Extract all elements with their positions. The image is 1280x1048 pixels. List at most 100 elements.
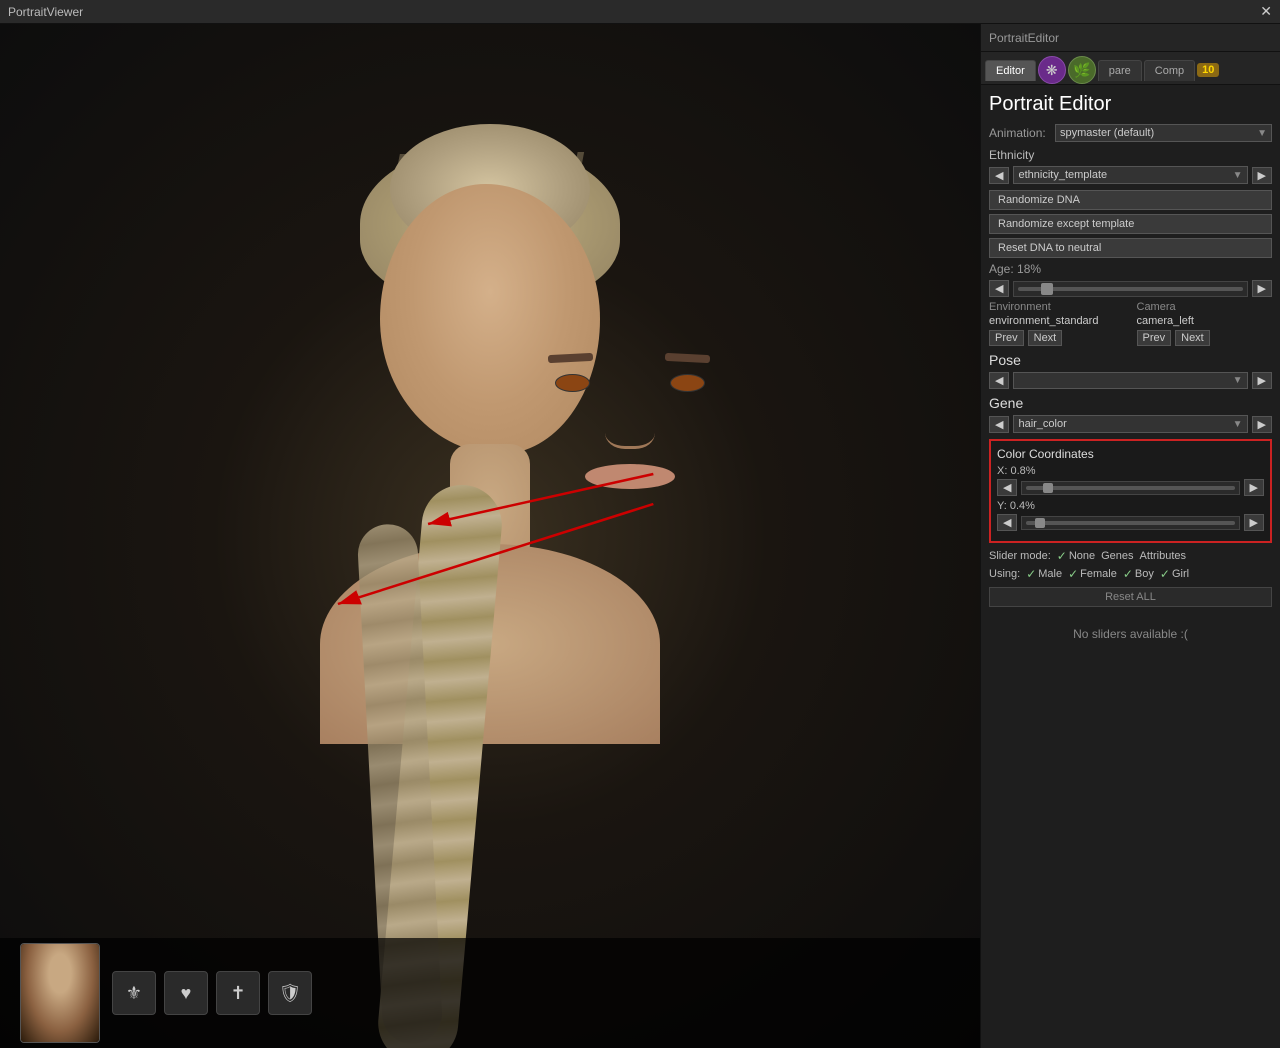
color-coordinates-box: Color Coordinates X: 0.8% ◀ ▶ — [989, 439, 1272, 543]
close-button[interactable]: ✕ — [1260, 3, 1272, 20]
gold-badge: 10 — [1197, 63, 1219, 77]
ethnicity-next-btn[interactable]: ▶ — [1252, 167, 1272, 184]
char-eyebrow-right — [665, 353, 710, 363]
environment-value: environment_standard — [989, 315, 1125, 327]
tab-icon-leaf[interactable]: 🌿 — [1068, 56, 1096, 84]
pose-next-btn[interactable]: ▶ — [1252, 372, 1272, 389]
age-next-btn[interactable]: ▶ — [1252, 280, 1272, 297]
pose-row: ◀ ▼ ▶ — [989, 372, 1272, 389]
camera-block: Camera camera_left Prev Next — [1137, 301, 1273, 346]
reset-all-button[interactable]: Reset ALL — [989, 587, 1272, 607]
coord-x-slider-row: ◀ ▶ — [997, 479, 1264, 496]
using-boy-label: Boy — [1135, 568, 1154, 580]
age-slider-track — [1018, 287, 1242, 291]
using-row: Using: ✓ Male ✓ Female ✓ Boy ✓ Girl — [989, 567, 1272, 581]
randomize-dna-button[interactable]: Randomize DNA — [989, 190, 1272, 210]
gene-row: ◀ hair_color ▼ ▶ — [989, 415, 1272, 433]
tab-icon-compare[interactable]: ❋ — [1038, 56, 1066, 84]
char-eyebrow-left — [548, 353, 593, 363]
portrait-panel: Paused — [0, 24, 980, 1048]
coord-x-prev-btn[interactable]: ◀ — [997, 479, 1017, 496]
age-slider-row: ◀ ▶ — [989, 280, 1272, 297]
color-coords-title: Color Coordinates — [997, 447, 1264, 461]
camera-prev-btn[interactable]: Prev — [1137, 330, 1172, 346]
coord-y-label: Y: 0.4% — [997, 500, 1264, 512]
slider-mode-genes[interactable]: Genes — [1101, 550, 1133, 562]
age-slider-thumb — [1041, 283, 1053, 295]
char-lips — [585, 464, 675, 489]
bottom-icons: ⚜ ♥ ✝ 🛡 — [112, 971, 312, 1015]
editor-tabs: Editor ❋ 🌿 pare Comp 10 — [981, 52, 1280, 85]
coord-y-slider-row: ◀ ▶ — [997, 514, 1264, 531]
coord-x-row: X: 0.8% ◀ ▶ — [997, 465, 1264, 496]
using-female[interactable]: ✓ Female — [1068, 567, 1117, 581]
char-thumb-image — [21, 944, 99, 1042]
bottom-icon-4[interactable]: 🛡 — [268, 971, 312, 1015]
char-eye-right — [670, 374, 705, 392]
using-boy-check: ✓ — [1123, 567, 1133, 581]
coord-y-row: Y: 0.4% ◀ ▶ — [997, 500, 1264, 531]
tab-comp[interactable]: Comp — [1144, 60, 1195, 81]
coord-x-track — [1026, 486, 1234, 490]
slider-mode-attributes[interactable]: Attributes — [1140, 550, 1186, 562]
reset-dna-button[interactable]: Reset DNA to neutral — [989, 238, 1272, 258]
ethnicity-dropdown-arrow: ▼ — [1233, 170, 1243, 181]
using-female-check: ✓ — [1068, 567, 1078, 581]
using-girl[interactable]: ✓ Girl — [1160, 567, 1189, 581]
randomize-except-button[interactable]: Randomize except template — [989, 214, 1272, 234]
pose-prev-btn[interactable]: ◀ — [989, 372, 1009, 389]
environment-block: Environment environment_standard Prev Ne… — [989, 301, 1125, 346]
age-slider[interactable] — [1013, 281, 1247, 297]
coord-x-next-btn[interactable]: ▶ — [1244, 479, 1264, 496]
editor-panel: PortraitEditor Editor ❋ 🌿 pare Comp 10 P… — [980, 24, 1280, 1048]
coord-x-slider[interactable] — [1021, 481, 1239, 495]
camera-value: camera_left — [1137, 315, 1273, 327]
pose-dropdown[interactable]: ▼ — [1013, 372, 1247, 389]
ethnicity-section-label: Ethnicity — [989, 148, 1272, 162]
main-content: Paused — [0, 24, 1280, 1048]
coord-y-next-btn[interactable]: ▶ — [1244, 514, 1264, 531]
gene-next-btn[interactable]: ▶ — [1252, 416, 1272, 433]
tab-editor[interactable]: Editor — [985, 60, 1036, 81]
coord-y-thumb — [1035, 518, 1045, 528]
slider-mode-none-label: None — [1069, 550, 1095, 562]
using-male-check: ✓ — [1026, 567, 1036, 581]
gene-dropdown[interactable]: hair_color ▼ — [1013, 415, 1247, 433]
bottom-icon-3[interactable]: ✝ — [216, 971, 260, 1015]
age-row: Age: 18% — [989, 262, 1272, 276]
pose-section-header: Pose — [989, 352, 1272, 368]
character-thumbnail[interactable] — [20, 943, 100, 1043]
ethnicity-prev-btn[interactable]: ◀ — [989, 167, 1009, 184]
using-label: Using: — [989, 568, 1020, 580]
slider-mode-none[interactable]: ✓ None — [1057, 549, 1095, 563]
environment-label: Environment — [989, 301, 1125, 313]
slider-mode-row: Slider mode: ✓ None Genes Attributes — [989, 549, 1272, 563]
character-portrait — [240, 104, 740, 924]
age-prev-btn[interactable]: ◀ — [989, 280, 1009, 297]
gene-dropdown-arrow: ▼ — [1233, 419, 1243, 430]
using-female-label: Female — [1080, 568, 1117, 580]
title-bar-text: PortraitViewer — [8, 5, 83, 19]
environment-prev-btn[interactable]: Prev — [989, 330, 1024, 346]
slider-mode-genes-label: Genes — [1101, 550, 1133, 562]
char-eye-left — [555, 374, 590, 392]
gene-prev-btn[interactable]: ◀ — [989, 416, 1009, 433]
ethnicity-dropdown[interactable]: ethnicity_template ▼ — [1013, 166, 1247, 184]
animation-label: Animation: — [989, 126, 1049, 140]
using-male[interactable]: ✓ Male — [1026, 567, 1062, 581]
animation-dropdown[interactable]: spymaster (default) ▼ — [1055, 124, 1272, 142]
camera-next-btn[interactable]: Next — [1175, 330, 1210, 346]
using-boy[interactable]: ✓ Boy — [1123, 567, 1154, 581]
coord-y-prev-btn[interactable]: ◀ — [997, 514, 1017, 531]
tab-compare[interactable]: pare — [1098, 60, 1142, 81]
char-head — [380, 184, 600, 454]
coord-y-slider[interactable] — [1021, 516, 1239, 530]
bottom-icon-2[interactable]: ♥ — [164, 971, 208, 1015]
editor-content: Portrait Editor Animation: spymaster (de… — [981, 85, 1280, 1048]
environment-next-btn[interactable]: Next — [1028, 330, 1063, 346]
ethnicity-row: ◀ ethnicity_template ▼ ▶ — [989, 166, 1272, 184]
editor-title-bar-text: PortraitEditor — [989, 31, 1059, 45]
editor-main-title: Portrait Editor — [989, 93, 1272, 116]
bottom-icon-1[interactable]: ⚜ — [112, 971, 156, 1015]
title-bar: PortraitViewer ✕ — [0, 0, 1280, 24]
